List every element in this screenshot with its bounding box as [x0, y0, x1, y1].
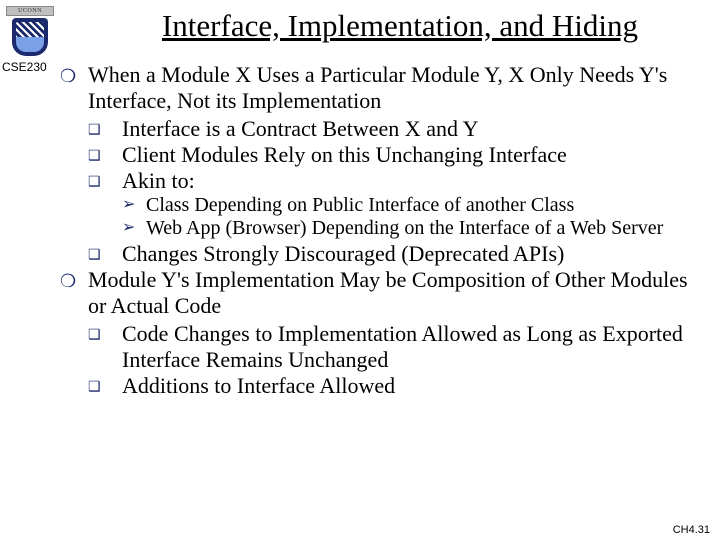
bullet-level2: ❑ Code Changes to Implementation Allowed… — [60, 321, 708, 373]
bullet-level2: ❑ Changes Strongly Discouraged (Deprecat… — [60, 241, 708, 267]
bullet-level2: ❑ Akin to: — [60, 168, 708, 194]
bullet-level2: ❑ Interface is a Contract Between X and … — [60, 116, 708, 142]
bullet-text: Additions to Interface Allowed — [122, 373, 708, 399]
square-icon: ❑ — [88, 373, 122, 399]
slide-number: CH4.31 — [673, 524, 710, 536]
square-icon: ❑ — [88, 241, 122, 267]
shield-icon — [12, 18, 48, 56]
bullet-text: Module Y's Implementation May be Composi… — [88, 267, 708, 319]
bullet-text: Web App (Browser) Depending on the Inter… — [146, 217, 708, 241]
square-icon: ❑ — [88, 142, 122, 168]
bullet-level3: ➢ Class Depending on Public Interface of… — [60, 194, 708, 218]
disc-icon: ❍ — [60, 267, 88, 319]
slide-title: Interface, Implementation, and Hiding — [90, 8, 710, 44]
bullet-level1: ❍ Module Y's Implementation May be Compo… — [60, 267, 708, 319]
arrow-icon: ➢ — [122, 217, 146, 241]
bullet-level1: ❍ When a Module X Uses a Particular Modu… — [60, 62, 708, 114]
bullet-text: Class Depending on Public Interface of a… — [146, 194, 708, 218]
bullet-level3: ➢ Web App (Browser) Depending on the Int… — [60, 217, 708, 241]
square-icon: ❑ — [88, 116, 122, 142]
disc-icon: ❍ — [60, 62, 88, 114]
logo-label: UCONN — [6, 6, 54, 16]
square-icon: ❑ — [88, 168, 122, 194]
bullet-level2: ❑ Client Modules Rely on this Unchanging… — [60, 142, 708, 168]
arrow-icon: ➢ — [122, 194, 146, 218]
uconn-logo: UCONN — [6, 6, 54, 54]
bullet-text: Code Changes to Implementation Allowed a… — [122, 321, 708, 373]
course-code: CSE230 — [2, 60, 47, 74]
bullet-level2: ❑ Additions to Interface Allowed — [60, 373, 708, 399]
bullet-text: Interface is a Contract Between X and Y — [122, 116, 708, 142]
bullet-text: Akin to: — [122, 168, 708, 194]
bullet-text: Client Modules Rely on this Unchanging I… — [122, 142, 708, 168]
bullet-text: Changes Strongly Discouraged (Deprecated… — [122, 241, 708, 267]
slide-body: ❍ When a Module X Uses a Particular Modu… — [60, 62, 708, 399]
bullet-text: When a Module X Uses a Particular Module… — [88, 62, 708, 114]
square-icon: ❑ — [88, 321, 122, 373]
